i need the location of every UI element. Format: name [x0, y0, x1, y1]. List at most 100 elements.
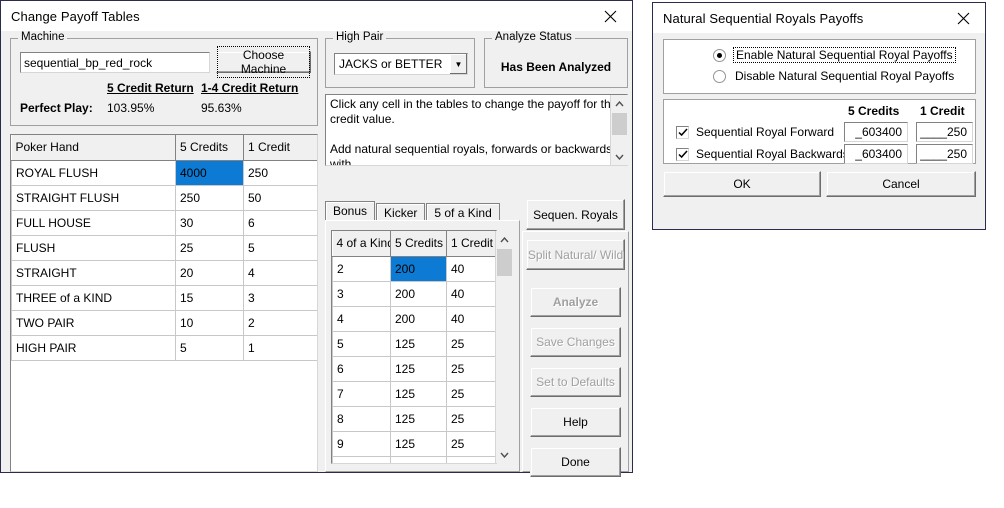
checkmark-icon[interactable]	[676, 125, 689, 139]
radio-enable-royals[interactable]: Enable Natural Sequential Royal Payoffs	[713, 47, 956, 63]
payoff-cell-hand[interactable]: TWO PAIR	[11, 309, 176, 336]
help-button[interactable]: Help	[530, 407, 621, 437]
bonus-cell-5credits[interactable]: 125	[390, 380, 447, 407]
chevron-down-icon[interactable]	[496, 446, 513, 463]
chevron-down-icon[interactable]: ▼	[450, 54, 467, 74]
tab-kicker[interactable]: Kicker	[376, 203, 426, 221]
tab-five-of-a-kind[interactable]: 5 of a Kind	[426, 203, 500, 221]
bonus-cell-5credits[interactable]: 200	[390, 280, 447, 307]
ok-button[interactable]: OK	[663, 171, 821, 197]
bonus-cell-kind[interactable]: 10	[332, 455, 391, 463]
table-row[interactable]: 7 125 25	[332, 380, 496, 407]
bonus-cell-kind[interactable]: 4	[332, 305, 391, 332]
table-row[interactable]: 5 125 25	[332, 330, 496, 357]
table-row[interactable]: 9 125 25	[332, 430, 496, 457]
cancel-button[interactable]: Cancel	[826, 171, 976, 197]
backwards-1credit-input[interactable]: ____250	[916, 144, 973, 164]
sequential-royals-button[interactable]: Sequen. Royals	[526, 199, 625, 230]
table-row[interactable]: 8 125 25	[332, 405, 496, 432]
choose-machine-button[interactable]: Choose Machine	[216, 46, 311, 78]
split-natural-wild-button[interactable]: Split Natural/ Wild	[526, 239, 625, 270]
bonus-cell-1credit[interactable]: 25	[446, 430, 496, 457]
close-icon[interactable]	[588, 2, 632, 31]
table-row[interactable]: FULL HOUSE 30 6	[11, 209, 317, 236]
payoff-cell-hand[interactable]: STRAIGHT	[11, 259, 176, 286]
forward-5credits-input[interactable]: _603400	[844, 122, 908, 142]
bonus-cell-kind[interactable]: 5	[332, 330, 391, 357]
payoff-cell-5credits[interactable]: 250	[175, 184, 244, 211]
bonus-cell-1credit[interactable]: 40	[446, 280, 496, 307]
bonus-cell-1credit[interactable]: 25	[446, 380, 496, 407]
payoff-cell-5credits[interactable]: 4000	[175, 159, 244, 186]
chevron-up-icon[interactable]	[611, 95, 628, 112]
instructions-textarea[interactable]: Click any cell in the tables to change t…	[325, 94, 628, 166]
checkbox-sequential-royal-forward[interactable]: Sequential Royal Forward	[676, 125, 834, 139]
table-row[interactable]: 6 125 25	[332, 355, 496, 382]
bonus-cell-5credits[interactable]: 125	[390, 430, 447, 457]
payoff-cell-5credits[interactable]: 15	[175, 284, 244, 311]
payoff-cell-5credits[interactable]: 10	[175, 309, 244, 336]
radio-disable-icon[interactable]	[713, 69, 726, 83]
payoff-cell-5credits[interactable]: 30	[175, 209, 244, 236]
scrollbar-thumb[interactable]	[497, 249, 512, 276]
machine-name-input[interactable]: sequential_bp_red_rock	[20, 52, 210, 73]
payoff-cell-1credit[interactable]: 5	[243, 234, 317, 261]
table-row[interactable]: FLUSH 25 5	[11, 234, 317, 261]
bonus-cell-5credits[interactable]: 125	[390, 405, 447, 432]
bonus-cell-1credit[interactable]: 25	[446, 330, 496, 357]
bonus-cell-1credit[interactable]: 40	[446, 255, 496, 282]
payoff-cell-1credit[interactable]: 3	[243, 284, 317, 311]
bonus-cell-kind[interactable]: 8	[332, 405, 391, 432]
payoff-cell-1credit[interactable]: 1	[243, 334, 317, 361]
analyze-button[interactable]: Analyze	[530, 287, 621, 317]
bonus-cell-5credits[interactable]: 200	[390, 305, 447, 332]
forward-1credit-input[interactable]: ____250	[916, 122, 973, 142]
chevron-down-icon[interactable]	[611, 148, 628, 165]
payoff-cell-hand[interactable]: FLUSH	[11, 234, 176, 261]
table-row[interactable]: STRAIGHT 20 4	[11, 259, 317, 286]
bonus-table[interactable]: 4 of a Kind 5 Credits 1 Credit 2 200 40 3 20…	[331, 230, 497, 464]
radio-disable-royals[interactable]: Disable Natural Sequential Royal Payoffs	[713, 69, 956, 83]
chevron-up-icon[interactable]	[496, 231, 513, 248]
checkbox-sequential-royal-backwards[interactable]: Sequential Royal Backwards	[676, 147, 849, 161]
payoff-cell-5credits[interactable]: 20	[175, 259, 244, 286]
payoff-cell-hand[interactable]: ROYAL FLUSH	[11, 159, 176, 186]
payoff-cell-1credit[interactable]: 2	[243, 309, 317, 336]
bonus-cell-kind[interactable]: 7	[332, 380, 391, 407]
bonus-cell-kind[interactable]: 2	[332, 255, 391, 282]
high-pair-select[interactable]: JACKS or BETTER ▼	[334, 53, 468, 75]
bonus-cell-kind[interactable]: 9	[332, 430, 391, 457]
payoff-cell-1credit[interactable]: 250	[243, 159, 317, 186]
payoff-cell-hand[interactable]: STRAIGHT FLUSH	[11, 184, 176, 211]
bonus-cell-1credit[interactable]: 25	[446, 405, 496, 432]
table-row[interactable]: TWO PAIR 10 2	[11, 309, 317, 336]
tab-bonus[interactable]: Bonus	[325, 201, 376, 221]
save-changes-button[interactable]: Save Changes	[530, 327, 621, 357]
checkmark-icon[interactable]	[676, 147, 689, 161]
bonus-cell-5credits[interactable]: 125	[390, 455, 447, 463]
bonus-cell-1credit[interactable]: 25	[446, 355, 496, 382]
close-icon[interactable]	[941, 4, 985, 33]
done-button[interactable]: Done	[530, 447, 621, 477]
radio-enable-icon[interactable]	[713, 48, 726, 62]
bonus-cell-5credits[interactable]: 125	[390, 355, 447, 382]
bonus-cell-kind[interactable]: 6	[332, 355, 391, 382]
payoff-cell-hand[interactable]: FULL HOUSE	[11, 209, 176, 236]
payoff-cell-5credits[interactable]: 5	[175, 334, 244, 361]
payoff-table[interactable]: Poker Hand 5 Credits 1 Credit ROYAL FLUS…	[10, 134, 318, 472]
bonus-table-scrollbar[interactable]	[495, 231, 513, 463]
payoff-cell-1credit[interactable]: 6	[243, 209, 317, 236]
bonus-cell-kind[interactable]: 3	[332, 280, 391, 307]
table-row[interactable]: STRAIGHT FLUSH 250 50	[11, 184, 317, 211]
table-row[interactable]: ROYAL FLUSH 4000 250	[11, 159, 317, 186]
instructions-scrollbar[interactable]	[610, 95, 628, 165]
payoff-cell-hand[interactable]: HIGH PAIR	[11, 334, 176, 361]
payoff-cell-5credits[interactable]: 25	[175, 234, 244, 261]
table-row[interactable]: 4 200 40	[332, 305, 496, 332]
backwards-5credits-input[interactable]: _603400	[844, 144, 908, 164]
table-row[interactable]: HIGH PAIR 5 1	[11, 334, 317, 361]
table-row[interactable]: 3 200 40	[332, 280, 496, 307]
payoff-cell-1credit[interactable]: 50	[243, 184, 317, 211]
table-row[interactable]: THREE of a KIND 15 3	[11, 284, 317, 311]
scrollbar-thumb[interactable]	[612, 113, 627, 135]
